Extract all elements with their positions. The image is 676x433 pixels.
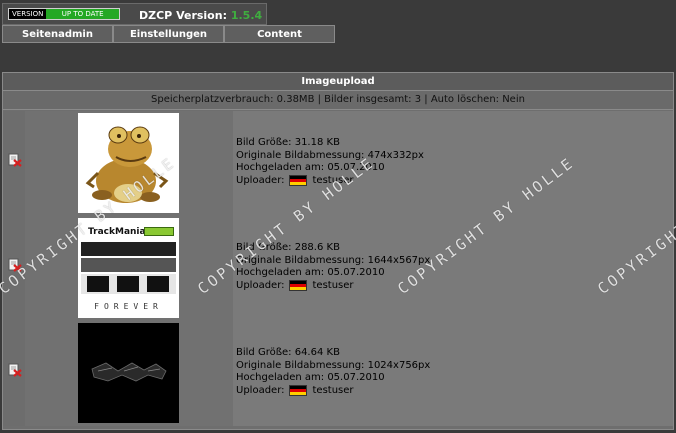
image-dimensions: Originale Bildabmessung: 1024x756px <box>236 359 431 371</box>
badge-version-label: VERSION <box>9 9 47 19</box>
image-uploader: Uploader: testuser <box>236 175 424 188</box>
app-version-number: 1.5.4 <box>230 9 263 22</box>
german-flag-icon <box>288 175 307 187</box>
image-info: Bild Größe: 64.64 KB Originale Bildabmes… <box>236 347 430 397</box>
uploader-label: Uploader: <box>236 384 285 396</box>
delete-icon[interactable] <box>8 363 22 377</box>
version-bar: VERSION UP TO DATE DZCP Version: 1.5.4 <box>2 3 267 25</box>
image-dimensions: Originale Bildabmessung: 474x332px <box>236 149 424 161</box>
tab-content[interactable]: Content <box>224 25 335 43</box>
main-nav: Seitenadmin Einstellungen Content <box>2 25 335 43</box>
image-upload-date: Hochgeladen am: 05.07.2010 <box>236 267 385 278</box>
imageupload-panel: Imageupload Speicherplatzverbrauch: 0.38… <box>2 72 674 430</box>
uploader-label: Uploader: <box>236 174 285 186</box>
image-thumbnail[interactable] <box>78 323 179 423</box>
image-upload-date: Hochgeladen am: 05.07.2010 <box>236 372 385 383</box>
tab-einstellungen[interactable]: Einstellungen <box>113 25 224 43</box>
image-upload-date: Hochgeladen am: 05.07.2010 <box>236 162 385 173</box>
image-dimensions: Originale Bildabmessung: 1644x567px <box>236 254 431 266</box>
delete-icon[interactable] <box>8 258 22 272</box>
version-badge: VERSION UP TO DATE <box>8 8 120 20</box>
toad-image <box>85 126 169 203</box>
delete-icon[interactable] <box>8 153 22 167</box>
tab-seitenadmin[interactable]: Seitenadmin <box>2 25 113 43</box>
forever-logo-text: FOREVER <box>94 302 163 311</box>
dark-logo-image <box>91 362 167 382</box>
panel-stats: Speicherplatzverbrauch: 0.38MB | Bilder … <box>3 91 673 110</box>
image-size: Bild Größe: 31.18 KB <box>236 137 340 148</box>
image-row: Bild Größe: 64.64 KB Originale Bildabmes… <box>3 321 673 426</box>
panel-title: Imageupload <box>3 73 673 91</box>
image-size: Bild Größe: 64.64 KB <box>236 347 340 358</box>
app-version-label: DZCP Version: <box>139 9 227 22</box>
german-flag-icon <box>288 385 307 397</box>
image-list: Bild Größe: 31.18 KB Originale Bildabmes… <box>3 111 673 429</box>
image-uploader: Uploader: testuser <box>236 280 430 293</box>
badge-status-label: UP TO DATE <box>46 9 119 19</box>
app-version: DZCP Version: 1.5.4 <box>139 9 262 22</box>
image-row: Bild Größe: 31.18 KB Originale Bildabmes… <box>3 111 673 216</box>
image-info: Bild Größe: 288.6 KB Originale Bildabmes… <box>236 242 430 292</box>
uploader-user-link[interactable]: testuser <box>313 280 354 293</box>
logo-green-block <box>144 227 174 236</box>
image-thumbnail[interactable] <box>78 113 179 213</box>
uploader-user-link[interactable]: testuser <box>313 385 354 398</box>
german-flag-icon <box>288 280 307 292</box>
image-size: Bild Größe: 288.6 KB <box>236 242 340 253</box>
image-row: TrackMania FOREVER Bild Größe: 288.6 KB … <box>3 216 673 321</box>
trackmania-logo-text: TrackMania <box>88 227 146 237</box>
image-uploader: Uploader: testuser <box>236 385 430 398</box>
uploader-label: Uploader: <box>236 279 285 291</box>
uploader-user-link[interactable]: testuser <box>313 175 354 188</box>
image-thumbnail[interactable]: TrackMania FOREVER <box>78 218 179 318</box>
image-info: Bild Größe: 31.18 KB Originale Bildabmes… <box>236 137 424 187</box>
